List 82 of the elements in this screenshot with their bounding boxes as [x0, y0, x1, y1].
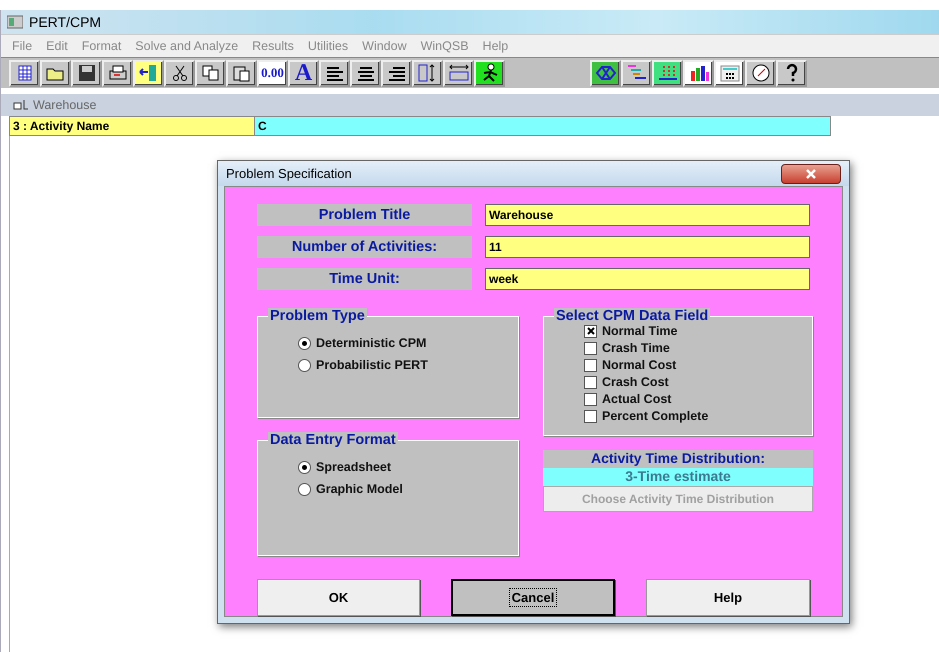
checkbox-option[interactable]: Crash Time: [584, 341, 802, 355]
checkbox-option[interactable]: Crash Cost: [584, 375, 802, 389]
toolbar-button[interactable]: [133, 60, 164, 86]
number-format-button[interactable]: 0.00: [257, 60, 288, 86]
toolbar-button[interactable]: [474, 60, 505, 86]
toolbar-button[interactable]: [412, 60, 443, 86]
row-label: 3 : Activity Name: [9, 116, 255, 136]
toolbar-button[interactable]: [102, 60, 133, 86]
option-label: Crash Cost: [602, 375, 669, 389]
checkbox[interactable]: [584, 358, 597, 372]
toolbar-button[interactable]: [714, 60, 745, 86]
clock-icon: [750, 63, 772, 83]
app-icon: [7, 15, 23, 29]
toolbar-button[interactable]: [9, 60, 40, 86]
option-label: Graphic Model: [316, 482, 403, 496]
network-diagram-icon: [594, 63, 616, 83]
input-field[interactable]: Warehouse: [485, 204, 810, 226]
toolbar-button[interactable]: [745, 60, 776, 86]
toolbar-button[interactable]: [652, 60, 683, 86]
checkbox[interactable]: [584, 376, 597, 388]
toolbar-button[interactable]: [683, 60, 714, 86]
radio-option[interactable]: Graphic Model: [298, 482, 508, 496]
window-title: PERT/CPM: [29, 14, 102, 30]
close-button[interactable]: [781, 164, 841, 184]
toolbar-button[interactable]: [319, 60, 350, 86]
group-title: Data Entry Format: [268, 432, 398, 448]
checkbox[interactable]: [584, 342, 597, 354]
toolbar-button[interactable]: [350, 60, 381, 86]
input-field[interactable]: 11: [485, 236, 810, 258]
dialog-button[interactable]: Cancel: [451, 579, 615, 616]
checkbox-option[interactable]: Normal Time: [584, 324, 802, 338]
radio-option[interactable]: Spreadsheet: [298, 460, 508, 474]
toolbar-button[interactable]: [226, 60, 257, 86]
input-field[interactable]: week: [485, 268, 810, 290]
check-mark-icon: [586, 327, 594, 335]
cell-value[interactable]: C: [255, 116, 831, 136]
distribution-title: Activity Time Distribution:: [543, 450, 813, 468]
checkbox[interactable]: [584, 392, 597, 406]
column-width-icon: [448, 63, 470, 83]
radio-option[interactable]: Deterministic CPM: [298, 336, 508, 350]
document-icon: [13, 99, 29, 111]
checkbox-option[interactable]: Actual Cost: [584, 392, 802, 406]
close-icon: [805, 168, 817, 178]
checkbox[interactable]: [584, 410, 597, 422]
option-label: Deterministic CPM: [316, 336, 426, 350]
option-label: Normal Cost: [602, 358, 676, 372]
distribution-value: 3-Time estimate: [543, 468, 813, 486]
document-title: Warehouse: [33, 98, 96, 112]
field-label: Problem Title: [257, 204, 472, 226]
toolbar-button[interactable]: [164, 60, 195, 86]
group-title: Problem Type: [268, 308, 367, 324]
checkbox[interactable]: [584, 324, 597, 338]
radio-button[interactable]: [298, 460, 311, 474]
option-label: Spreadsheet: [316, 460, 392, 474]
radio-button[interactable]: [298, 482, 311, 496]
dialog-button[interactable]: OK: [257, 579, 420, 616]
field-label: Number of Activities:: [257, 236, 472, 258]
dialog-button[interactable]: Help: [646, 579, 810, 616]
option-label: Normal Time: [602, 324, 678, 338]
radio-button[interactable]: [298, 358, 311, 372]
calculator-icon: [718, 63, 740, 83]
radio-option[interactable]: Probabilistic PERT: [298, 358, 508, 372]
checkbox-option[interactable]: Percent Complete: [584, 409, 802, 423]
dot-grid-icon: [656, 63, 678, 83]
checkbox-option[interactable]: Normal Cost: [584, 358, 802, 372]
radio-button[interactable]: [298, 336, 311, 350]
copy-icon: [200, 63, 222, 83]
toolbar-button[interactable]: [195, 60, 226, 86]
toolbar-button[interactable]: [776, 60, 807, 86]
dialog-title: Problem Specification: [226, 166, 352, 181]
option-label: Percent Complete: [602, 409, 708, 423]
font-button[interactable]: A: [288, 60, 319, 86]
toolbar-button[interactable]: [621, 60, 652, 86]
option-label: Actual Cost: [602, 392, 672, 406]
toolbar-button[interactable]: [40, 60, 71, 86]
toolbar-button[interactable]: [443, 60, 474, 86]
field-label: Time Unit:: [257, 268, 472, 290]
toolbar-button[interactable]: [71, 60, 102, 86]
toolbar-button[interactable]: [381, 60, 412, 86]
toolbar-button[interactable]: [590, 60, 621, 86]
option-label: Probabilistic PERT: [316, 358, 428, 372]
option-label: Crash Time: [602, 341, 670, 355]
